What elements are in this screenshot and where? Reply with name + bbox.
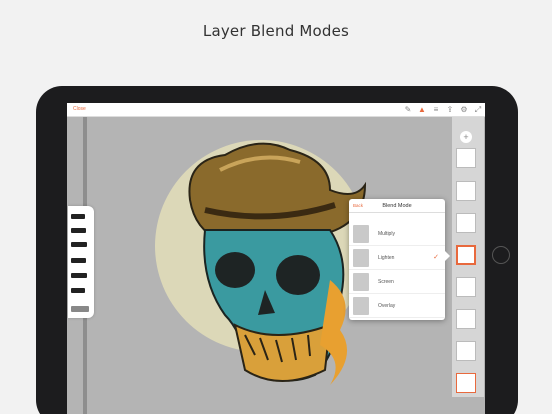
popover-title: Blend Mode [382, 202, 412, 209]
right-eye-socket [276, 255, 320, 295]
top-toolbar: Close ✎ ▲ ≡ ⇪ ⚙ ⤢ [67, 103, 485, 117]
share-icon[interactable]: ⇪ [445, 105, 455, 115]
skull-illustration [188, 142, 367, 385]
brush-toolbar [68, 206, 94, 318]
close-button[interactable]: Close [73, 106, 86, 112]
layer-thumb-8[interactable] [456, 373, 476, 393]
home-button [492, 246, 510, 264]
mode-label: Screen [378, 279, 394, 285]
mode-label: Lighten [378, 255, 395, 261]
layer-thumb-5[interactable] [456, 277, 476, 297]
popover-header: Back Blend Mode [349, 199, 445, 213]
fullscreen-icon[interactable]: ⤢ [473, 105, 483, 115]
brush-preset-1[interactable] [71, 214, 85, 219]
brush-preset-4[interactable] [71, 258, 86, 263]
blend-mode-popover: Back Blend Mode Multiply Lighten ✓ Scree… [349, 199, 450, 320]
left-eye-socket [215, 252, 255, 288]
checkmark-icon: ✓ [433, 254, 439, 261]
brush-preset-5[interactable] [71, 273, 87, 278]
popover-arrow [445, 251, 450, 261]
mode-thumbnail [353, 249, 369, 267]
layer-thumb-7[interactable] [456, 341, 476, 361]
mode-label: Overlay [378, 303, 396, 309]
brush-preset-3[interactable] [71, 242, 87, 247]
mode-label: Multiply [378, 231, 395, 237]
brush-preset-6[interactable] [71, 288, 85, 293]
layer-thumb-6[interactable] [456, 309, 476, 329]
mode-thumbnail [353, 297, 369, 315]
brush-preset-2[interactable] [71, 228, 86, 233]
brush-icon[interactable]: ▲ [417, 105, 427, 115]
layer-thumb-4[interactable] [456, 245, 476, 265]
headline: Layer Blend Modes [202, 22, 350, 40]
mode-thumbnail [353, 225, 369, 243]
blend-mode-multiply[interactable]: Multiply [349, 222, 445, 246]
layers-icon[interactable]: ≡ [431, 105, 441, 115]
color-swatch[interactable] [71, 306, 89, 312]
pen-icon[interactable]: ✎ [403, 105, 413, 115]
layer-thumb-3[interactable] [456, 213, 476, 233]
add-layer-button[interactable]: + [460, 131, 472, 143]
mode-thumbnail [353, 273, 369, 291]
layer-thumb-2[interactable] [456, 181, 476, 201]
blend-mode-overlay[interactable]: Overlay [349, 294, 445, 318]
blend-mode-lighten[interactable]: Lighten ✓ [349, 246, 445, 270]
settings-icon[interactable]: ⚙ [459, 105, 469, 115]
blend-mode-screen[interactable]: Screen [349, 270, 445, 294]
layer-thumb-1[interactable] [456, 148, 476, 168]
